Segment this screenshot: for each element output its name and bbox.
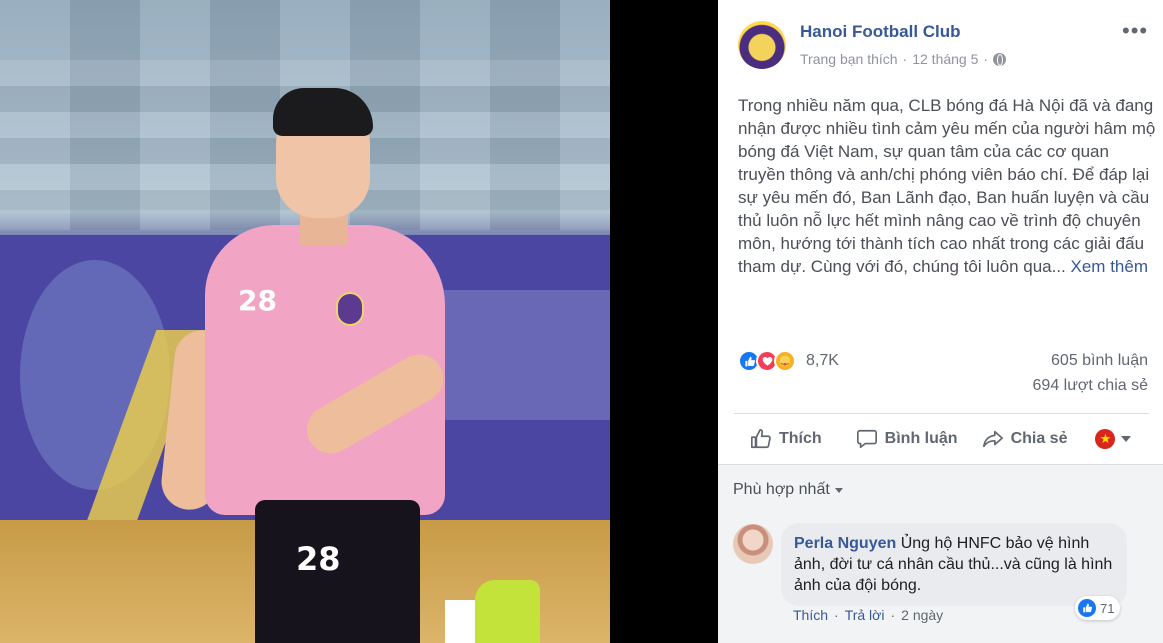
share-count-link[interactable]: 694 lượt chia sẻ <box>1033 377 1148 395</box>
page-name-link[interactable]: Hanoi Football Club <box>800 22 961 42</box>
banner-graphic <box>420 290 610 420</box>
share-label: Chia sẻ <box>1010 430 1068 447</box>
thumbs-up-icon <box>750 428 772 450</box>
meta-separator: · <box>902 51 908 67</box>
comment-reply-link[interactable]: Trả lời <box>845 607 885 623</box>
player-boot <box>475 580 540 643</box>
care-reaction-icon <box>774 350 796 372</box>
commenter-avatar[interactable] <box>733 524 773 564</box>
post-date[interactable]: 12 tháng 5 <box>912 51 978 67</box>
vietnam-flag-icon: ★ <box>1095 429 1116 449</box>
audience-selector[interactable]: ★ <box>1095 429 1132 449</box>
page-avatar[interactable] <box>738 21 786 69</box>
comment-actions: Thích · Trả lời · 2 ngày <box>793 607 943 623</box>
like-label: Thích <box>779 430 822 447</box>
chevron-down-icon <box>1121 436 1132 442</box>
reaction-count: 8,7K <box>806 352 839 369</box>
comment-sort-dropdown[interactable]: Phù hợp nhất <box>733 481 843 499</box>
comments-section: Phù hợp nhất Perla Nguyen Ủng hộ HNFC bả… <box>718 464 1163 643</box>
comment-icon <box>856 428 878 450</box>
shirt-number: 28 <box>238 284 277 317</box>
comment-author[interactable]: Perla Nguyen <box>794 535 896 552</box>
comment-button[interactable]: Bình luận <box>856 428 958 450</box>
comment-label: Bình luận <box>884 430 958 447</box>
post-photo[interactable]: 28 28 <box>0 0 610 643</box>
comment-reaction-count: 71 <box>1100 600 1115 616</box>
like-button[interactable]: Thích <box>750 428 822 450</box>
club-crest <box>336 292 364 326</box>
player-hair <box>273 88 373 136</box>
comment-count-link[interactable]: 605 bình luận <box>1051 352 1148 370</box>
dot-separator: · <box>834 607 839 623</box>
post-body: Trong nhiều năm qua, CLB bóng đá Hà Nội … <box>738 94 1156 278</box>
meta-label: Trang bạn thích <box>800 51 898 67</box>
reaction-summary[interactable]: 8,7K <box>738 350 839 372</box>
dot-separator: · <box>890 607 896 623</box>
post-text: Trong nhiều năm qua, CLB bóng đá Hà Nội … <box>738 96 1156 276</box>
sort-label: Phù hợp nhất <box>733 481 830 498</box>
post-meta: Trang bạn thích · 12 tháng 5 · <box>800 51 1007 67</box>
like-reaction-icon <box>1078 599 1096 617</box>
comment-bubble: Perla Nguyen Ủng hộ HNFC bảo vệ hình ảnh… <box>781 523 1127 606</box>
see-more-link[interactable]: Xem thêm <box>1071 257 1148 276</box>
chevron-down-icon <box>834 487 843 493</box>
comment-like-link[interactable]: Thích <box>793 607 828 623</box>
more-options-button[interactable]: ••• <box>1122 18 1148 44</box>
post-actions: Thích Bình luận Chia sẻ ★ <box>734 414 1149 464</box>
share-icon <box>982 428 1004 450</box>
shorts-number: 28 <box>296 540 341 578</box>
post-panel: Hanoi Football Club Trang bạn thích · 12… <box>718 0 1163 643</box>
photo-viewer: 28 28 Hanoi Football Club Trang bạn thíc… <box>0 0 1163 643</box>
share-button[interactable]: Chia sẻ <box>982 428 1068 450</box>
globe-icon <box>993 52 1007 66</box>
meta-separator: · <box>983 51 989 67</box>
comment-reactions[interactable]: 71 <box>1075 596 1121 620</box>
comment-time[interactable]: 2 ngày <box>901 607 943 623</box>
